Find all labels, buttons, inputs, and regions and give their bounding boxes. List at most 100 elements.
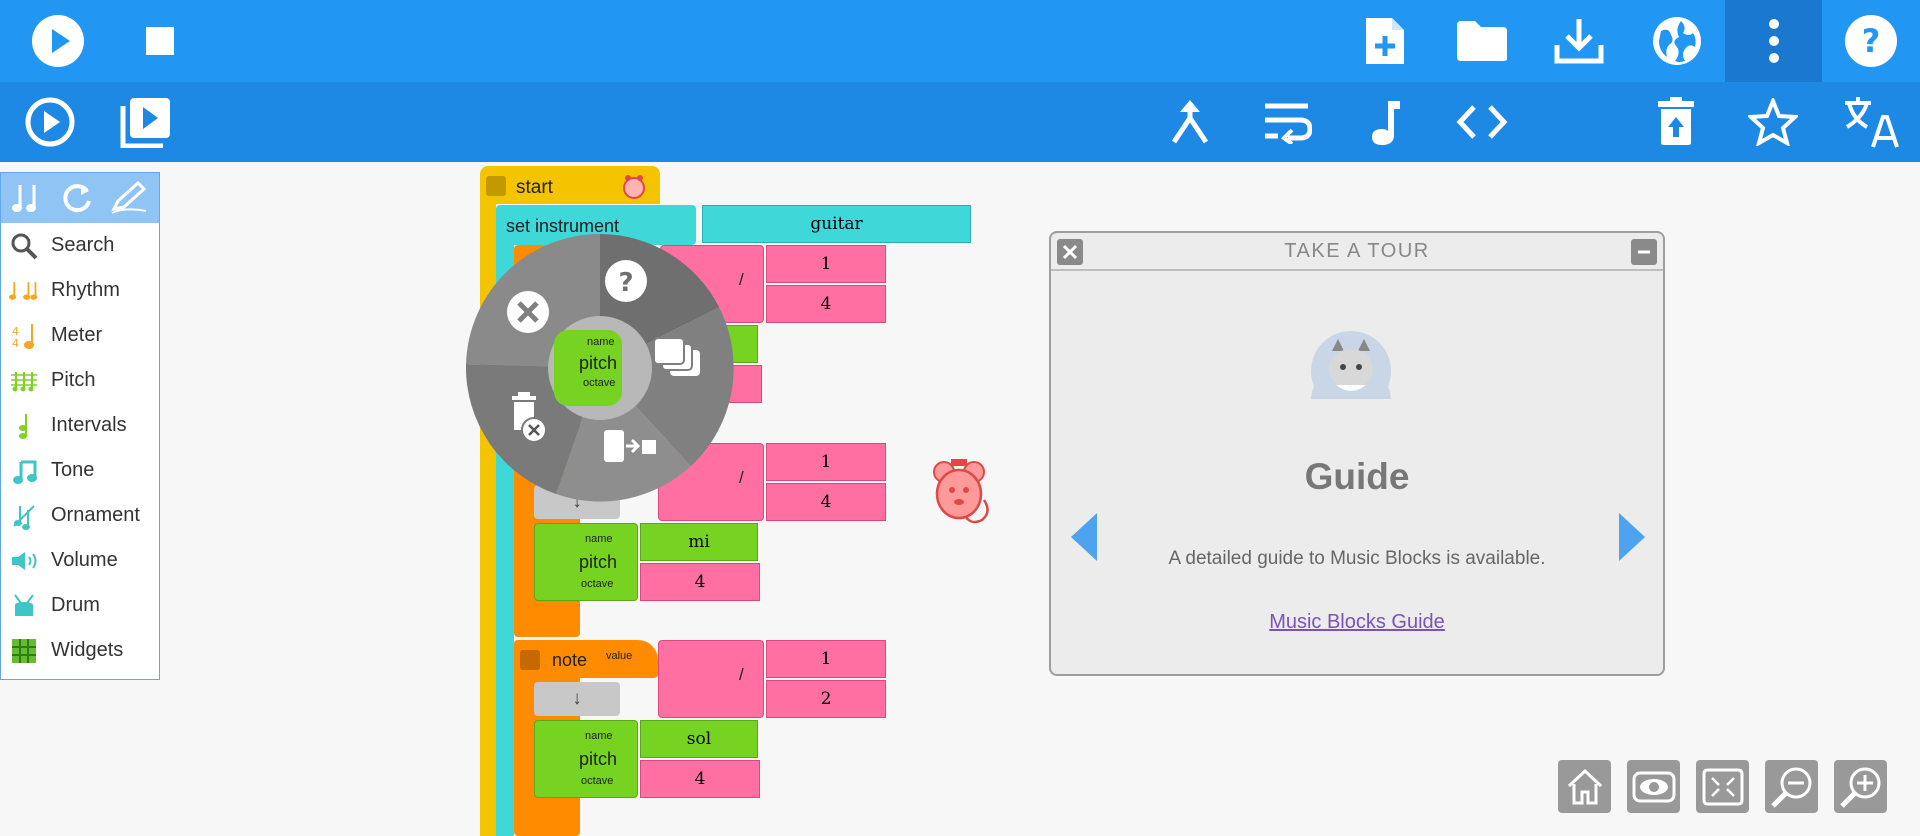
play-button[interactable] — [28, 10, 88, 72]
music-palette-tab-icon[interactable] — [12, 181, 46, 215]
mouse-sprite-icon[interactable] — [930, 456, 994, 528]
svg-text:?: ? — [1862, 22, 1881, 60]
palette-item-label: Pitch — [51, 369, 96, 391]
run-step-icon — [120, 98, 170, 148]
pitch-block[interactable]: name pitch octave — [534, 523, 638, 601]
meter-icon: 44 — [12, 323, 34, 350]
play-circle-icon — [32, 15, 84, 67]
drum-icon — [14, 593, 34, 616]
restore-trash-icon — [1658, 97, 1694, 145]
palette-item-search[interactable]: Search — [1, 223, 159, 268]
palette-item-drum[interactable]: Drum — [1, 583, 159, 628]
palette-item-rhythm[interactable]: Rhythm — [1, 268, 159, 313]
arrow-block[interactable]: ↓ — [534, 682, 620, 716]
palette-item-label: Tone — [51, 459, 95, 481]
pencil-icon[interactable] — [110, 181, 148, 215]
search-icon — [11, 233, 38, 259]
pie-center-octave: octave — [583, 377, 616, 389]
planet-button[interactable] — [1647, 10, 1707, 72]
octave-value: 4 — [694, 769, 706, 789]
numerator-value: 1 — [820, 649, 832, 669]
merge-button[interactable] — [1160, 92, 1220, 152]
help-button[interactable]: ? — [1840, 10, 1902, 72]
number-block[interactable]: 1 — [766, 245, 886, 283]
divide-block-3[interactable]: / — [658, 640, 764, 718]
tour-close-button[interactable] — [1057, 239, 1083, 265]
restore-trash-button[interactable] — [1646, 92, 1706, 152]
palette-item-label: Ornament — [51, 504, 140, 526]
palette-item-label: Rhythm — [51, 279, 120, 301]
minimize-icon — [1638, 250, 1650, 254]
palette-item-tone[interactable]: Tone — [1, 448, 159, 493]
palette-item-label: Intervals — [51, 414, 127, 436]
palette-item-label: Search — [51, 234, 115, 256]
pitch-name-value-block[interactable]: mi — [640, 523, 758, 561]
palette-item-volume[interactable]: Volume — [1, 538, 159, 583]
palette-item-pitch[interactable]: Pitch — [1, 358, 159, 403]
zoom-in-button[interactable] — [1834, 760, 1887, 813]
instrument-value-block[interactable]: guitar — [702, 205, 971, 243]
collapse-icon[interactable] — [520, 650, 540, 670]
zoom-in-icon — [1839, 767, 1880, 808]
tour-next-arrow-icon[interactable] — [1617, 511, 1647, 563]
pie-center-pitch: pitch — [579, 353, 618, 373]
code-icon — [1456, 105, 1508, 139]
zoom-out-icon — [1770, 767, 1811, 808]
download-icon — [1554, 19, 1604, 64]
tour-guide-link[interactable]: Music Blocks Guide — [1051, 611, 1663, 634]
save-button[interactable] — [1549, 10, 1609, 72]
zoom-out-button[interactable] — [1765, 760, 1818, 813]
run-step-button[interactable] — [116, 92, 176, 152]
home-button[interactable] — [1558, 760, 1611, 813]
new-project-button[interactable] — [1355, 10, 1415, 72]
language-button[interactable] — [1840, 92, 1902, 152]
palette-item-widgets[interactable]: Widgets — [1, 628, 159, 673]
octave-value-block[interactable]: 4 — [640, 760, 760, 798]
hide-blocks-button[interactable] — [1627, 760, 1680, 813]
palette-item-label: Volume — [51, 549, 118, 571]
home-icon — [1567, 768, 1602, 804]
number-block[interactable]: 4 — [766, 483, 886, 521]
palette-item-ornament[interactable]: Ornament — [1, 493, 159, 538]
palette-item-meter[interactable]: 44 Meter — [1, 313, 159, 358]
globe-icon — [1653, 17, 1701, 65]
pitch-name-value-block[interactable]: sol — [640, 720, 758, 758]
arrow-symbol: ↓ — [572, 688, 582, 709]
svg-text:4: 4 — [12, 337, 19, 350]
music-note-icon — [1372, 101, 1400, 145]
run-slow-button[interactable] — [20, 92, 80, 152]
code-button[interactable] — [1452, 92, 1512, 152]
pitch-label: pitch — [579, 749, 618, 769]
pitch-name-label: name — [585, 730, 613, 742]
numerator-value: 1 — [820, 452, 832, 472]
number-block[interactable]: 1 — [766, 443, 886, 481]
note-block[interactable]: note value — [514, 640, 658, 678]
refresh-icon[interactable] — [61, 181, 95, 215]
number-block[interactable]: 2 — [766, 680, 886, 718]
octave-value: 4 — [694, 572, 706, 592]
note-value-label: value — [606, 650, 633, 662]
load-project-button[interactable] — [1452, 10, 1512, 72]
wrap-button[interactable] — [1257, 92, 1317, 152]
tour-dialog: TAKE A TOUR Guide A detailed guide to Mu… — [1049, 231, 1665, 676]
octave-value-block[interactable]: 4 — [640, 563, 760, 601]
palette-item-intervals[interactable]: Intervals — [1, 403, 159, 448]
collapse-icon[interactable] — [486, 176, 506, 196]
more-menu-button[interactable] — [1725, 0, 1822, 82]
collapse-blocks-button[interactable] — [1696, 760, 1749, 813]
tour-header: TAKE A TOUR — [1051, 233, 1663, 271]
music-keyboard-button[interactable] — [1354, 92, 1414, 152]
divide-symbol: / — [739, 270, 744, 289]
denominator-value: 2 — [820, 689, 832, 709]
translate-icon — [1845, 97, 1899, 148]
stop-button[interactable] — [130, 10, 190, 72]
number-block[interactable]: 4 — [766, 285, 886, 323]
close-icon — [1062, 244, 1078, 260]
start-block-label: start — [516, 177, 553, 198]
number-block[interactable]: 1 — [766, 640, 886, 678]
pitch-name-label: name — [585, 533, 613, 545]
tour-minimize-button[interactable] — [1631, 239, 1657, 265]
run-slow-icon — [25, 97, 75, 147]
pitch-block[interactable]: name pitch octave — [534, 720, 638, 798]
favorites-button[interactable] — [1743, 92, 1803, 152]
